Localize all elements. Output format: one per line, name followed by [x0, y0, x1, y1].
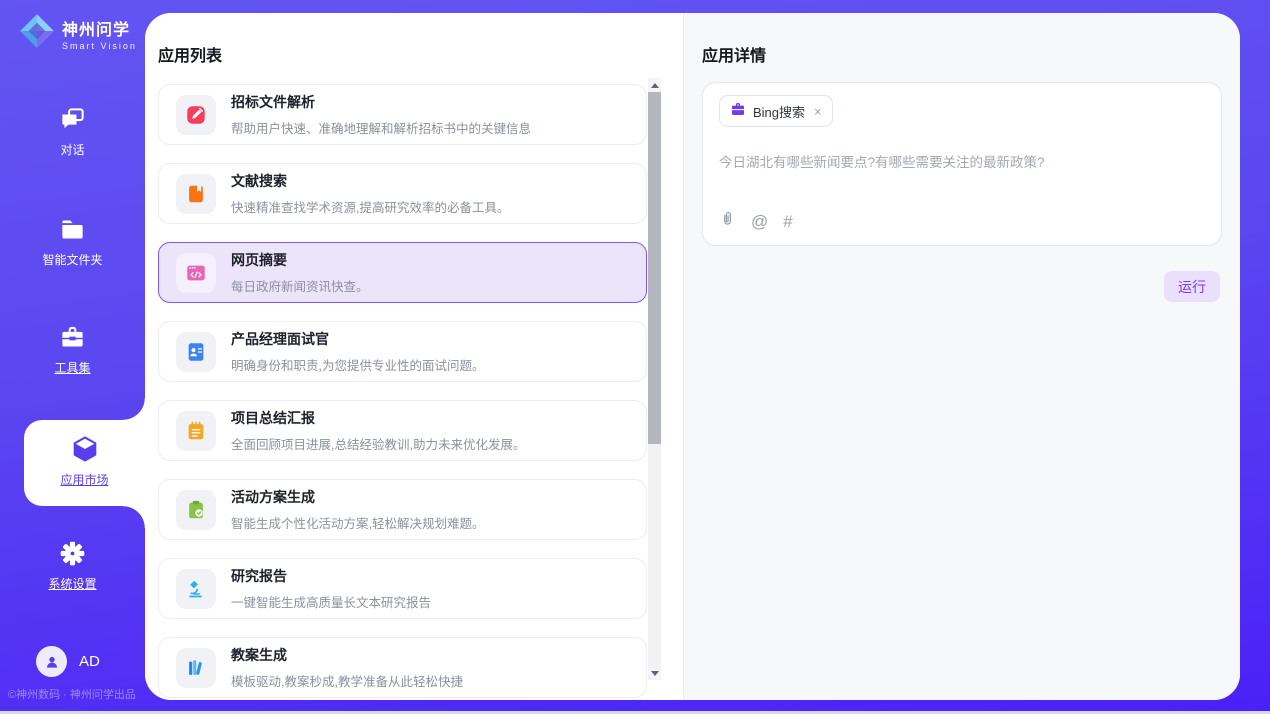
- app-card-desc: 快速精准查找学术资源,提高研究效率的必备工具。: [231, 197, 509, 216]
- app-card-title: 研究报告: [231, 566, 431, 586]
- browser-code-icon: [176, 253, 216, 293]
- sidebar-item-toolset[interactable]: 工具集: [0, 322, 145, 376]
- app-card-literature-search[interactable]: 文献搜索 快速精准查找学术资源,提高研究效率的必备工具。: [158, 163, 647, 224]
- app-card-desc: 帮助用户快速、准确地理解和解析招标书中的关键信息: [231, 118, 531, 137]
- sidebar-item-label: 工具集: [0, 359, 145, 376]
- user-initials: AD: [79, 653, 100, 670]
- brand: 神州问学 Smart Vision: [17, 11, 137, 56]
- brand-subtitle: Smart Vision: [62, 41, 137, 51]
- app-card-desc: 明确身份和职责,为您提供专业性的面试问题。: [231, 355, 484, 374]
- pencil-square-icon: [176, 95, 216, 135]
- app-card-title: 教案生成: [231, 645, 463, 665]
- toolbox-icon: [0, 322, 145, 352]
- sidebar-item-smart-folder[interactable]: 智能文件夹: [0, 214, 145, 268]
- app-card-lesson-plan[interactable]: 教案生成 模板驱动,教案秒成,教学准备从此轻松快捷: [158, 637, 647, 698]
- app-list-title: 应用列表: [158, 42, 222, 66]
- app-card-pm-interviewer[interactable]: 产品经理面试官 明确身份和职责,为您提供专业性的面试问题。: [158, 321, 647, 382]
- app-card-web-summary[interactable]: 网页摘要 每日政府新闻资讯快查。: [158, 242, 647, 303]
- hash-icon[interactable]: #: [783, 213, 792, 230]
- run-button[interactable]: 运行: [1164, 271, 1220, 302]
- app-card-desc: 智能生成个性化活动方案,轻松解决规划难题。: [231, 513, 484, 532]
- sidebar-item-settings[interactable]: 系统设置: [0, 538, 145, 592]
- app-card-title: 招标文件解析: [231, 92, 531, 112]
- app-card-title: 文献搜索: [231, 171, 509, 191]
- app-card-desc: 模板驱动,教案秒成,教学准备从此轻松快捷: [231, 671, 463, 690]
- app-card-bid-parse[interactable]: 招标文件解析 帮助用户快速、准确地理解和解析招标书中的关键信息: [158, 84, 647, 145]
- brand-name: 神州问学: [62, 16, 137, 40]
- app-card-title: 产品经理面试官: [231, 329, 484, 349]
- user-account[interactable]: AD: [36, 646, 100, 677]
- composer-toolbar: @ #: [719, 209, 793, 233]
- prompt-input[interactable]: 今日湖北有哪些新闻要点?有哪些需要关注的最新政策?: [719, 151, 1205, 171]
- briefcase-icon: [730, 101, 746, 122]
- app-card-title: 项目总结汇报: [231, 408, 525, 428]
- clipboard-check-icon: [176, 490, 216, 530]
- app-card-project-summary[interactable]: 项目总结汇报 全面回顾项目进展,总结经验教训,助力未来优化发展。: [158, 400, 647, 461]
- mention-icon[interactable]: @: [751, 213, 768, 230]
- app-card-desc: 全面回顾项目进展,总结经验教训,助力未来优化发展。: [231, 434, 525, 453]
- avatar: [36, 646, 67, 677]
- sidebar: 神州问学 Smart Vision 对话 智能文件夹: [0, 0, 145, 711]
- sidebar-item-label: 对话: [0, 141, 145, 158]
- microscope-icon: [176, 569, 216, 609]
- paperclip-icon[interactable]: [719, 209, 736, 233]
- cube-icon: [24, 434, 145, 464]
- app-detail-title: 应用详情: [702, 42, 766, 66]
- sidebar-footer: ©神州数码 · 神州问学出品: [8, 686, 136, 702]
- app-card-title: 网页摘要: [231, 250, 369, 270]
- sidebar-item-chat[interactable]: 对话: [0, 104, 145, 158]
- app-window: 神州问学 Smart Vision 对话 智能文件夹: [0, 0, 1270, 714]
- gear-icon: [0, 538, 145, 568]
- interviewer-doc-icon: [176, 332, 216, 372]
- app-list-panel: 应用列表 招标文件解析 帮助用户快速、准确地理解和解析招标书中的关键信息: [145, 13, 683, 700]
- app-card-research-report[interactable]: 研究报告 一键智能生成高质量长文本研究报告: [158, 558, 647, 619]
- tool-chip-bing-search[interactable]: Bing搜索 ×: [719, 95, 833, 127]
- sidebar-item-app-market[interactable]: 应用市场: [24, 420, 145, 506]
- books-icon: [176, 648, 216, 688]
- sidebar-item-label: 系统设置: [0, 575, 145, 592]
- app-card-list: 招标文件解析 帮助用户快速、准确地理解和解析招标书中的关键信息 文献搜索 快速精…: [158, 84, 647, 700]
- notepad-icon: [176, 411, 216, 451]
- scroll-down-button[interactable]: [648, 666, 661, 680]
- triangle-up-icon: [651, 83, 659, 88]
- book-icon: [176, 174, 216, 214]
- prompt-composer[interactable]: Bing搜索 × 今日湖北有哪些新闻要点?有哪些需要关注的最新政策? @ #: [702, 82, 1222, 246]
- scrollbar[interactable]: [648, 78, 661, 680]
- sidebar-item-label: 应用市场: [24, 471, 145, 488]
- scroll-up-button[interactable]: [648, 78, 661, 92]
- app-card-desc: 每日政府新闻资讯快查。: [231, 276, 369, 295]
- app-detail-panel: 应用详情 Bing搜索 × 今日湖北有哪些新闻要点?有哪些需要关注的最新政策?: [683, 13, 1240, 700]
- brand-logo-icon: [17, 11, 57, 56]
- chat-icon: [0, 104, 145, 134]
- triangle-down-icon: [651, 671, 659, 676]
- tool-chip-label: Bing搜索: [753, 102, 805, 121]
- app-card-desc: 一键智能生成高质量长文本研究报告: [231, 592, 431, 611]
- close-icon[interactable]: ×: [814, 104, 822, 119]
- scrollbar-thumb[interactable]: [648, 92, 661, 444]
- app-card-event-plan[interactable]: 活动方案生成 智能生成个性化活动方案,轻松解决规划难题。: [158, 479, 647, 540]
- sidebar-item-label: 智能文件夹: [0, 251, 145, 268]
- folder-icon: [0, 214, 145, 244]
- app-card-title: 活动方案生成: [231, 487, 484, 507]
- content-container: 应用列表 招标文件解析 帮助用户快速、准确地理解和解析招标书中的关键信息: [145, 13, 1240, 700]
